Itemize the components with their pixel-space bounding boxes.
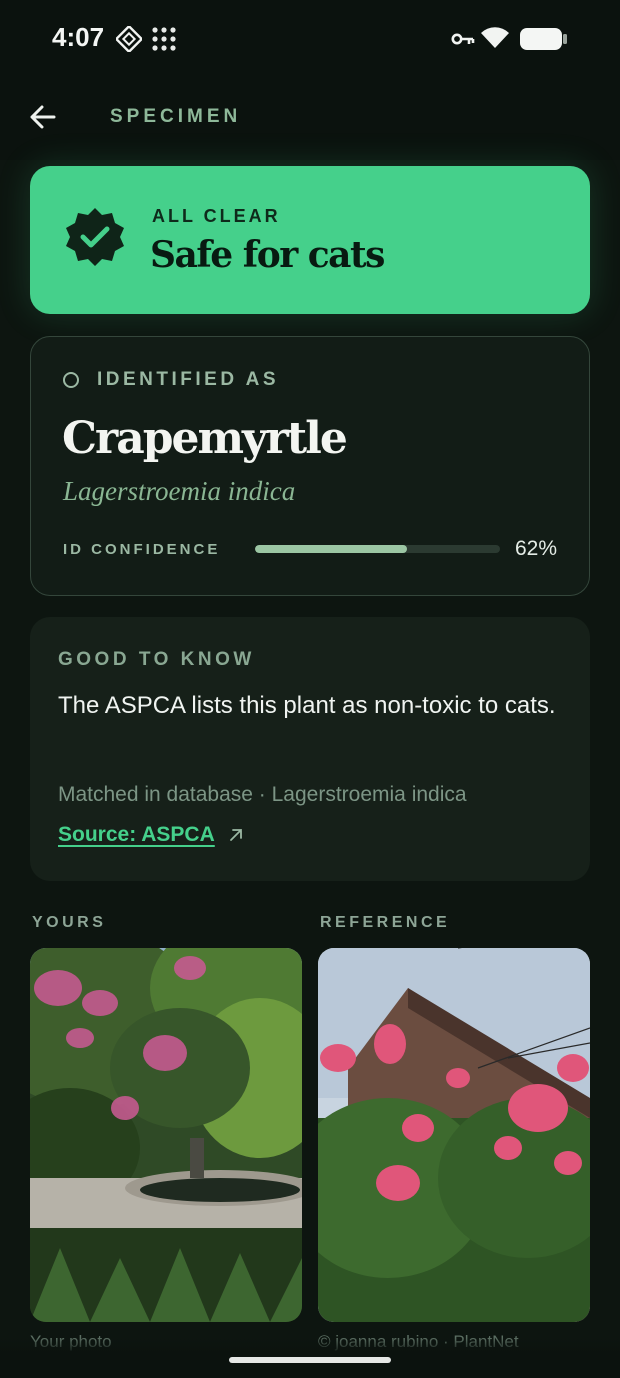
vpn-key-icon bbox=[451, 33, 475, 45]
top-app-bar bbox=[0, 80, 620, 160]
status-bar: 4:07 bbox=[0, 0, 620, 80]
dots-grid-icon bbox=[152, 27, 176, 51]
safety-title: Safe for cats bbox=[150, 234, 385, 276]
status-time: 4:07 bbox=[52, 22, 105, 52]
arrow-left-icon bbox=[30, 105, 56, 129]
battery-icon bbox=[520, 28, 567, 50]
page-title: SPECIMEN bbox=[110, 106, 242, 127]
confidence-bar bbox=[255, 545, 500, 553]
confidence-value: 62% bbox=[515, 537, 558, 560]
plant-common-name: Crapemyrtle bbox=[62, 413, 348, 464]
user-photo[interactable] bbox=[30, 948, 302, 1322]
reference-photo[interactable] bbox=[318, 948, 590, 1322]
home-indicator[interactable] bbox=[229, 1357, 391, 1363]
safety-eyebrow: ALL CLEAR bbox=[152, 206, 281, 226]
circle-outline-icon bbox=[63, 372, 79, 388]
app-badge-icon bbox=[116, 26, 142, 52]
plant-scientific-name: Lagerstroemia indica bbox=[63, 476, 296, 506]
good-to-know-card: GOOD TO KNOW The ASPCA lists this plant … bbox=[30, 617, 590, 881]
external-link-arrow-icon bbox=[230, 829, 242, 841]
identified-as-label: IDENTIFIED AS bbox=[97, 369, 280, 390]
yours-label: YOURS bbox=[32, 914, 107, 931]
identification-card: IDENTIFIED AS Crapemyrtle Lagerstroemia … bbox=[30, 336, 590, 596]
confidence-label: ID CONFIDENCE bbox=[63, 541, 221, 558]
reference-label: REFERENCE bbox=[320, 914, 451, 931]
verified-check-badge-icon bbox=[66, 208, 124, 266]
good-to-know-label: GOOD TO KNOW bbox=[58, 649, 255, 670]
toxicity-summary: The ASPCA lists this plant as non-toxic … bbox=[58, 692, 556, 719]
source-link[interactable]: Source: ASPCA bbox=[58, 823, 215, 847]
confidence-bar-fill bbox=[255, 545, 407, 553]
database-match-text: Matched in database · Lagerstroemia indi… bbox=[58, 783, 467, 806]
safety-status-card: ALL CLEAR Safe for cats bbox=[30, 166, 590, 314]
back-button[interactable] bbox=[26, 100, 60, 134]
wifi-icon bbox=[481, 27, 509, 48]
